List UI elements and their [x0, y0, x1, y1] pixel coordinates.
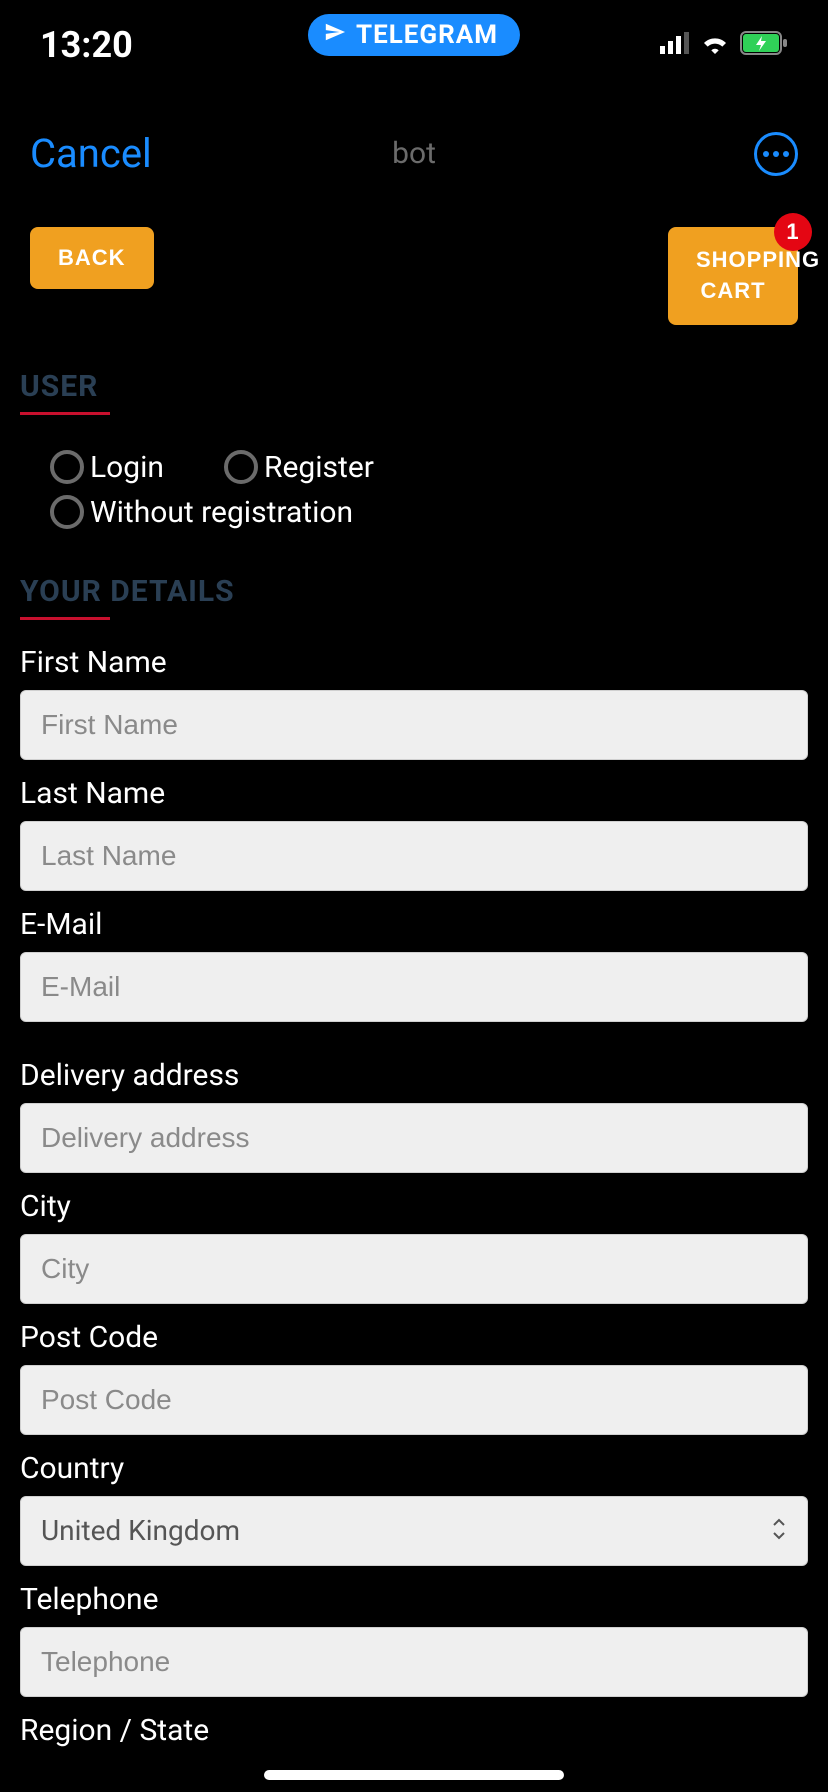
radio-label: Without registration: [90, 495, 353, 530]
radio-without-registration[interactable]: Without registration: [50, 495, 778, 530]
status-icons: [660, 31, 788, 59]
telegram-pill[interactable]: TELEGRAM: [308, 14, 520, 56]
field-country: Country United Kingdom: [20, 1451, 808, 1566]
cart-badge: 1: [774, 213, 812, 251]
pill-label: TELEGRAM: [356, 20, 498, 50]
more-button[interactable]: [754, 132, 798, 176]
radio-login[interactable]: Login: [50, 450, 164, 485]
cancel-button[interactable]: Cancel: [30, 130, 152, 177]
post-code-label: Post Code: [20, 1320, 808, 1355]
city-label: City: [20, 1189, 808, 1224]
field-email: E-Mail: [20, 907, 808, 1022]
webapp-title: bot: [392, 136, 436, 171]
first-name-label: First Name: [20, 645, 808, 680]
radio-icon: [50, 450, 84, 484]
wifi-icon: [700, 32, 730, 58]
country-value: United Kingdom: [41, 1514, 240, 1547]
telephone-label: Telephone: [20, 1582, 808, 1617]
radio-label: Register: [264, 450, 374, 485]
field-post-code: Post Code: [20, 1320, 808, 1435]
shopping-cart-button[interactable]: SHOPPING CART 1: [668, 227, 798, 325]
section-user-heading: USER: [20, 369, 808, 412]
radio-register[interactable]: Register: [224, 450, 374, 485]
cart-label: SHOPPING CART: [696, 247, 820, 303]
field-telephone: Telephone: [20, 1582, 808, 1697]
section-details-heading: YOUR DETAILS: [20, 574, 808, 617]
field-last-name: Last Name: [20, 776, 808, 891]
webapp-nav: Cancel bot: [0, 90, 828, 197]
details-form: First Name Last Name E-Mail Delivery add…: [0, 625, 828, 1748]
dot-icon: [783, 151, 789, 157]
city-input[interactable]: [20, 1234, 808, 1304]
country-select[interactable]: United Kingdom: [20, 1496, 808, 1566]
paper-plane-icon: [324, 20, 346, 50]
dot-icon: [763, 151, 769, 157]
back-button[interactable]: BACK: [30, 227, 154, 289]
first-name-input[interactable]: [20, 690, 808, 760]
email-label: E-Mail: [20, 907, 808, 942]
cellular-icon: [660, 32, 690, 58]
country-label: Country: [20, 1451, 808, 1486]
post-code-input[interactable]: [20, 1365, 808, 1435]
action-bar: BACK SHOPPING CART 1: [0, 197, 828, 345]
battery-charging-icon: [740, 31, 788, 59]
dot-icon: [773, 151, 779, 157]
user-radio-group: Login Register Without registration: [0, 420, 828, 550]
home-indicator[interactable]: [264, 1770, 564, 1780]
field-delivery-address: Delivery address: [20, 1058, 808, 1173]
last-name-label: Last Name: [20, 776, 808, 811]
last-name-input[interactable]: [20, 821, 808, 891]
field-city: City: [20, 1189, 808, 1304]
region-label: Region / State: [20, 1713, 808, 1748]
telephone-input[interactable]: [20, 1627, 808, 1697]
radio-icon: [50, 495, 84, 529]
delivery-address-label: Delivery address: [20, 1058, 808, 1093]
email-input[interactable]: [20, 952, 808, 1022]
field-region: Region / State: [20, 1713, 808, 1748]
delivery-address-input[interactable]: [20, 1103, 808, 1173]
field-first-name: First Name: [20, 645, 808, 760]
status-time: 13:20: [40, 24, 133, 66]
radio-icon: [224, 450, 258, 484]
radio-label: Login: [90, 450, 164, 485]
status-bar: 13:20 TELEGRAM: [0, 0, 828, 90]
